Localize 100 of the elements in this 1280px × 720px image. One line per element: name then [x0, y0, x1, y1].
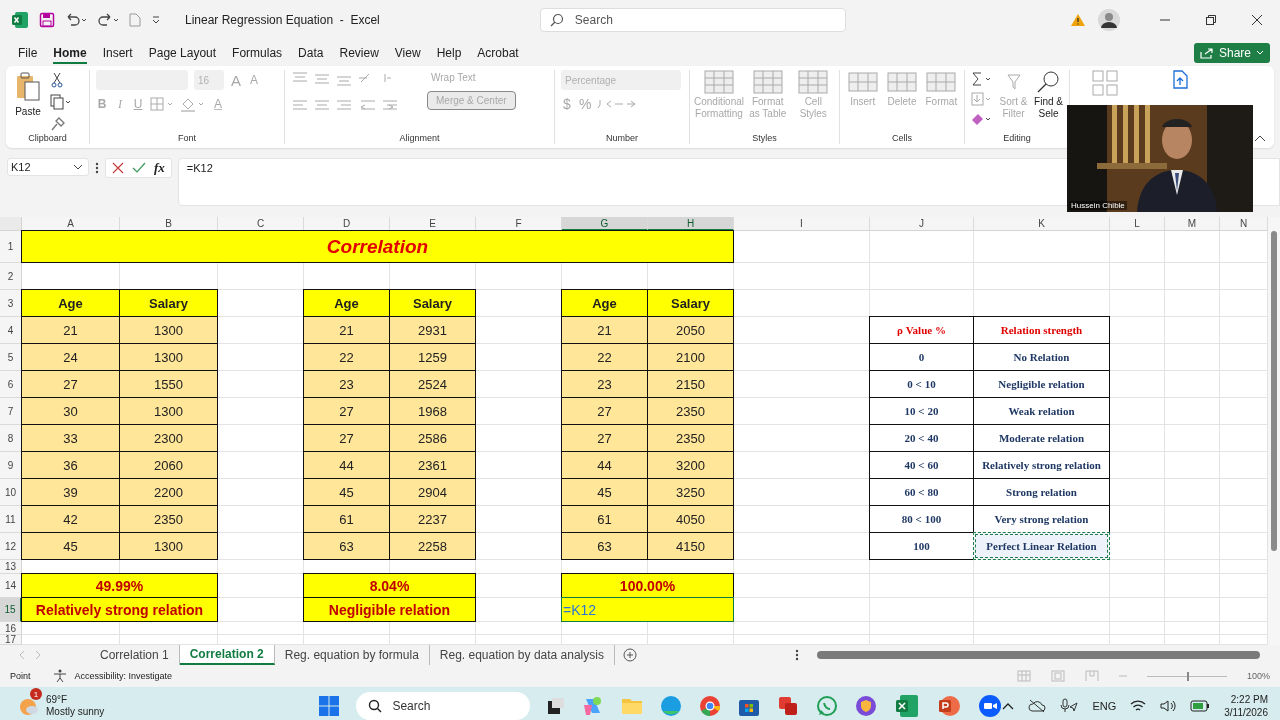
- column-heading: Age: [303, 289, 390, 317]
- table-cell: 27: [21, 370, 120, 398]
- volume-icon[interactable]: [1160, 699, 1177, 713]
- eraser-icon[interactable]: [971, 112, 993, 126]
- column-header[interactable]: M: [1165, 217, 1220, 231]
- scissors-icon[interactable]: [50, 72, 64, 88]
- table-cell: 44: [303, 451, 390, 479]
- ribbon-tab[interactable]: Acrobat: [469, 42, 527, 64]
- spreadsheet-app-icon[interactable]: [894, 693, 921, 719]
- add-sheet-icon[interactable]: [622, 648, 637, 662]
- clock-time[interactable]: 2:22 PM: [1230, 693, 1268, 706]
- column-header[interactable]: A: [22, 217, 120, 231]
- warning-icon[interactable]: [1070, 13, 1086, 27]
- battery-icon[interactable]: [1190, 700, 1211, 712]
- column-header[interactable]: I: [734, 217, 870, 231]
- row-header[interactable]: 14: [0, 574, 22, 598]
- row-header[interactable]: 4: [0, 317, 22, 344]
- row-header[interactable]: 7: [0, 398, 22, 425]
- clock-date[interactable]: 3/11/2026: [1224, 706, 1268, 719]
- input-language[interactable]: ENG: [1092, 700, 1117, 712]
- share-file-icon[interactable]: [1171, 70, 1189, 90]
- save-icon[interactable]: [39, 12, 55, 28]
- accessibility-status[interactable]: Accessibility: Investigate: [74, 671, 173, 681]
- row-header[interactable]: 8: [0, 425, 22, 452]
- task-view-icon[interactable]: [547, 697, 566, 715]
- column-header[interactable]: H: [648, 217, 734, 231]
- row-header[interactable]: 1: [0, 231, 22, 263]
- ribbon-tab[interactable]: Home: [45, 42, 95, 64]
- presentation-app-icon[interactable]: [937, 694, 962, 718]
- column-header[interactable]: D: [304, 217, 390, 231]
- cancel-icon[interactable]: [112, 162, 124, 174]
- zoom-level[interactable]: 100%: [1246, 671, 1270, 681]
- redo-icon[interactable]: [97, 13, 119, 27]
- shield-icon[interactable]: [855, 695, 878, 717]
- windows-logo-icon[interactable]: [319, 696, 340, 716]
- ribbon-tab[interactable]: Data: [290, 42, 332, 64]
- copy-icon[interactable]: [50, 94, 72, 110]
- video-call-icon[interactable]: [978, 694, 1003, 718]
- more-icon[interactable]: [794, 649, 799, 661]
- paste-button[interactable]: Paste: [12, 70, 44, 119]
- chevron-up-icon[interactable]: [1002, 702, 1015, 710]
- insert-function-button[interactable]: fx: [154, 160, 165, 176]
- column-header[interactable]: G: [562, 217, 648, 231]
- ribbon-tab[interactable]: Formulas: [224, 42, 291, 64]
- enter-icon[interactable]: [132, 162, 146, 174]
- row-header[interactable]: 9: [0, 452, 22, 479]
- ribbon-tab[interactable]: Insert: [94, 42, 141, 64]
- search-field[interactable]: Search: [539, 8, 846, 32]
- column-header[interactable]: J: [870, 217, 974, 231]
- cloud-off-icon[interactable]: [1028, 699, 1047, 713]
- whatsapp-icon[interactable]: [816, 695, 839, 717]
- new-document-icon[interactable]: [129, 13, 141, 27]
- row-header[interactable]: 2: [0, 263, 22, 290]
- horizontal-scrollbar[interactable]: [816, 651, 1260, 659]
- avatar-icon[interactable]: [1098, 9, 1120, 31]
- sheet-tab[interactable]: Correlation 2: [179, 645, 275, 665]
- browser-icon[interactable]: [660, 695, 683, 717]
- squares-app-icon[interactable]: [777, 695, 800, 717]
- row-header[interactable]: 12: [0, 533, 22, 560]
- wifi-icon[interactable]: [1130, 699, 1147, 713]
- row-header[interactable]: 6: [0, 371, 22, 398]
- row-header[interactable]: 10: [0, 479, 22, 506]
- taskbar-search-field[interactable]: Search: [356, 692, 531, 720]
- ribbon-tab[interactable]: Page Layout: [140, 42, 225, 64]
- name-box[interactable]: K12: [7, 158, 89, 176]
- ribbon-tab[interactable]: View: [386, 42, 429, 64]
- ribbon-tab[interactable]: File: [10, 42, 46, 64]
- row-header[interactable]: 5: [0, 344, 22, 371]
- accessibility-icon[interactable]: [52, 669, 67, 683]
- collapse-ribbon-icon[interactable]: [1254, 134, 1266, 142]
- column-header[interactable]: N: [1220, 217, 1268, 231]
- editing-button[interactable]: Find & Sele: [1034, 70, 1063, 120]
- ribbon-tab[interactable]: Help: [428, 42, 470, 64]
- row-header[interactable]: 3: [0, 290, 22, 317]
- column-header[interactable]: F: [476, 217, 562, 231]
- column-header[interactable]: L: [1110, 217, 1165, 231]
- ribbon-tab[interactable]: Review: [331, 42, 387, 64]
- customize-toolbar-icon[interactable]: [151, 15, 161, 25]
- result-cell: 8.04%: [303, 573, 476, 598]
- row-header[interactable]: 16: [0, 622, 22, 635]
- undo-icon[interactable]: [65, 13, 87, 27]
- format-painter-icon[interactable]: [50, 116, 66, 132]
- column-header[interactable]: E: [390, 217, 476, 231]
- autosum-icon[interactable]: [971, 72, 993, 86]
- formula-input-cell[interactable]: =K12: [561, 597, 734, 622]
- restore-icon[interactable]: [1205, 14, 1217, 26]
- slider-thumb[interactable]: [1186, 671, 1189, 681]
- column-header[interactable]: K: [974, 217, 1110, 231]
- chrome-icon[interactable]: [699, 695, 722, 717]
- row-header[interactable]: 15: [0, 598, 22, 622]
- share-button[interactable]: Share: [1193, 43, 1270, 63]
- fill-color-icon[interactable]: [180, 96, 206, 112]
- column-header[interactable]: C: [218, 217, 304, 231]
- microphone-location-icon[interactable]: [1060, 698, 1079, 714]
- close-icon[interactable]: [1251, 14, 1263, 26]
- column-header[interactable]: B: [120, 217, 218, 231]
- fill-icon[interactable]: [971, 92, 993, 106]
- row-header[interactable]: 11: [0, 506, 22, 533]
- row-header[interactable]: 13: [0, 560, 22, 574]
- more-icon[interactable]: [95, 162, 99, 174]
